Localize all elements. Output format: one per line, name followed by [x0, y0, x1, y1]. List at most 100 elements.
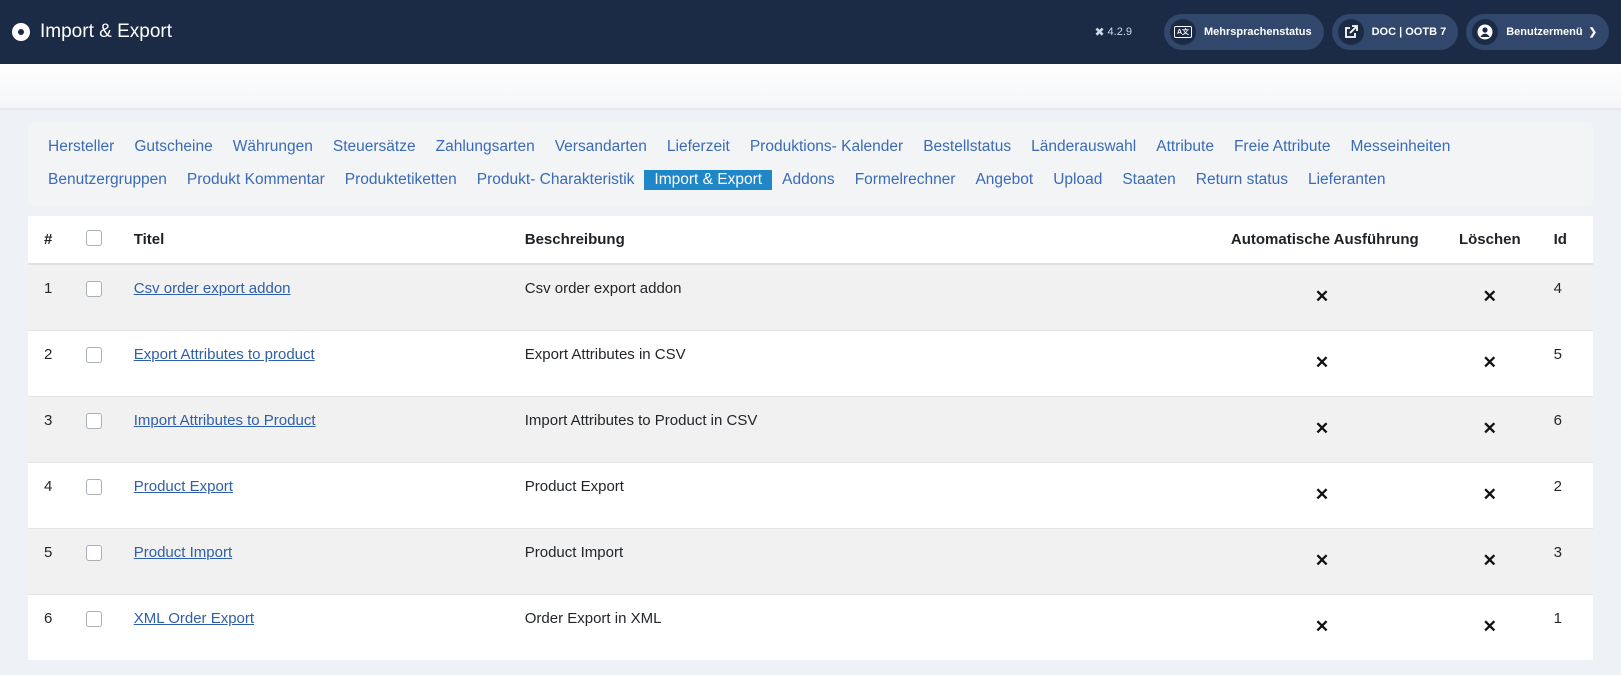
column-header-auto: Automatische Ausführung [1230, 216, 1430, 265]
tab-freie-attribute[interactable]: Freie Attribute [1224, 137, 1341, 157]
joomla-icon: ✖ [1094, 25, 1105, 39]
tab-produkt-kommentar[interactable]: Produkt Kommentar [177, 170, 335, 190]
delete-cell: ✕ [1429, 263, 1550, 331]
user-menu-button[interactable]: Benutzermenü ❯ [1466, 14, 1609, 50]
delete-cell: ✕ [1429, 528, 1550, 595]
auto-run-disabled-icon[interactable]: ✕ [1315, 617, 1329, 637]
column-header-select [70, 216, 118, 265]
tab-produktions-kalender[interactable]: Produktions- Kalender [740, 137, 913, 157]
tab-addons[interactable]: Addons [772, 170, 845, 190]
delete-disabled-icon[interactable]: ✕ [1483, 287, 1497, 307]
tab-lieferanten[interactable]: Lieferanten [1298, 170, 1396, 190]
auto-run-cell: ✕ [1230, 528, 1430, 595]
row-checkbox[interactable] [86, 479, 103, 495]
auto-run-cell: ✕ [1230, 330, 1430, 397]
addons-table-wrapper: # Titel Beschreibung Automatische Ausfüh… [28, 216, 1593, 660]
tab-attribute[interactable]: Attribute [1146, 137, 1224, 157]
auto-run-disabled-icon[interactable]: ✕ [1315, 287, 1329, 307]
table-row: 2 Export Attributes to product Export Attr… [28, 330, 1593, 397]
row-title-link[interactable]: Product Export [134, 478, 233, 495]
row-number: 2 [28, 330, 71, 397]
version-number: 4.2.9 [1107, 26, 1133, 38]
tab-upload[interactable]: Upload [1043, 170, 1112, 190]
row-checkbox[interactable] [86, 281, 103, 297]
external-link-icon [1337, 19, 1364, 45]
auto-run-disabled-icon[interactable]: ✕ [1315, 485, 1329, 505]
row-checkbox[interactable] [86, 545, 103, 561]
tab-staaten[interactable]: Staaten [1112, 170, 1185, 190]
auto-run-cell: ✕ [1230, 396, 1430, 463]
row-title-cell: Product Export [117, 462, 509, 529]
row-number: 5 [28, 528, 71, 595]
auto-run-disabled-icon[interactable]: ✕ [1315, 551, 1329, 571]
row-checkbox-cell [70, 396, 118, 463]
doc-link-button[interactable]: DOC | OOTB 7 [1331, 14, 1459, 50]
tab-row-2: Benutzergruppen Produkt Kommentar Produkte… [38, 163, 1583, 196]
row-checkbox[interactable] [86, 611, 103, 627]
row-title-link[interactable]: Import Attributes to Product [134, 412, 316, 429]
addons-table: # Titel Beschreibung Automatische Ausfüh… [28, 216, 1593, 660]
row-description: Csv order export addon [508, 263, 1231, 331]
row-title-cell: Export Attributes to product [117, 330, 509, 397]
multilanguage-status-label: Mehrsprachenstatus [1204, 26, 1312, 38]
table-row: 4 Product Export Product Export ✕ ✕ 2 [28, 462, 1593, 529]
tab-zahlungsarten[interactable]: Zahlungsarten [426, 137, 545, 157]
column-header-delete: Löschen [1429, 216, 1550, 265]
toolbar [0, 64, 1621, 108]
row-description: Export Attributes in CSV [508, 330, 1231, 397]
delete-disabled-icon[interactable]: ✕ [1483, 551, 1497, 571]
tab-formelrechner[interactable]: Formelrechner [845, 170, 966, 190]
row-title-link[interactable]: Csv order export addon [134, 280, 291, 297]
tab-versandarten[interactable]: Versandarten [545, 137, 657, 157]
tab-produktetiketten[interactable]: Produktetiketten [335, 170, 467, 190]
tab-messeinheiten[interactable]: Messeinheiten [1340, 137, 1460, 157]
tab-row-1: Hersteller Gutscheine Währungen Steuersätze… [38, 130, 1583, 163]
table-row: 3 Import Attributes to Product Import Attr… [28, 396, 1593, 463]
chevron-down-icon: ❯ [1588, 26, 1597, 38]
tab-länderauswahl[interactable]: Länderauswahl [1021, 137, 1146, 157]
column-header-title: Titel [117, 216, 509, 265]
delete-disabled-icon[interactable]: ✕ [1483, 617, 1497, 637]
delete-disabled-icon[interactable]: ✕ [1483, 419, 1497, 439]
delete-disabled-icon[interactable]: ✕ [1483, 485, 1497, 505]
table-row: 6 XML Order Export Order Export in XML ✕ ✕ 1 [28, 594, 1593, 660]
row-description: Product Import [508, 528, 1231, 595]
tab-angebot[interactable]: Angebot [965, 170, 1043, 190]
column-header-num: # [28, 216, 71, 265]
delete-cell: ✕ [1429, 396, 1550, 463]
tab-bestellstatus[interactable]: Bestellstatus [913, 137, 1021, 157]
row-checkbox[interactable] [86, 413, 103, 429]
submenu-tabs: Hersteller Gutscheine Währungen Steuersätze… [28, 122, 1593, 206]
row-checkbox[interactable] [86, 347, 103, 363]
table-header-row: # Titel Beschreibung Automatische Ausfüh… [28, 216, 1593, 265]
table-row: 1 Csv order export addon Csv order export … [28, 263, 1593, 331]
row-title-link[interactable]: XML Order Export [134, 610, 254, 627]
multilanguage-status-button[interactable]: A文 Mehrsprachenstatus [1164, 14, 1324, 50]
row-id: 5 [1549, 330, 1593, 397]
delete-disabled-icon[interactable]: ✕ [1483, 353, 1497, 373]
row-checkbox-cell [70, 462, 118, 529]
column-header-id: Id [1549, 216, 1593, 265]
row-title-link[interactable]: Product Import [134, 544, 232, 561]
row-id: 4 [1549, 263, 1593, 331]
tab-benutzergruppen[interactable]: Benutzergruppen [38, 170, 177, 190]
row-description: Import Attributes to Product in CSV [508, 396, 1231, 463]
page-title: Import & Export [40, 21, 172, 42]
select-all-checkbox[interactable] [86, 230, 103, 246]
auto-run-disabled-icon[interactable]: ✕ [1315, 419, 1329, 439]
tab-hersteller[interactable]: Hersteller [38, 137, 124, 157]
auto-run-cell: ✕ [1230, 462, 1430, 529]
auto-run-disabled-icon[interactable]: ✕ [1315, 353, 1329, 373]
row-title-link[interactable]: Export Attributes to product [134, 346, 315, 363]
tab-produkt-charakteristik[interactable]: Produkt- Charakteristik [467, 170, 645, 190]
row-number: 6 [28, 594, 71, 660]
tab-währungen[interactable]: Währungen [223, 137, 323, 157]
row-checkbox-cell [70, 330, 118, 397]
row-title-cell: Csv order export addon [117, 263, 509, 331]
tab-steuersätze[interactable]: Steuersätze [323, 137, 426, 157]
tab-lieferzeit[interactable]: Lieferzeit [657, 137, 740, 157]
row-number: 3 [28, 396, 71, 463]
tab-gutscheine[interactable]: Gutscheine [124, 137, 222, 157]
tab-import-export[interactable]: Import & Export [644, 169, 773, 190]
tab-return-status[interactable]: Return status [1186, 170, 1298, 190]
